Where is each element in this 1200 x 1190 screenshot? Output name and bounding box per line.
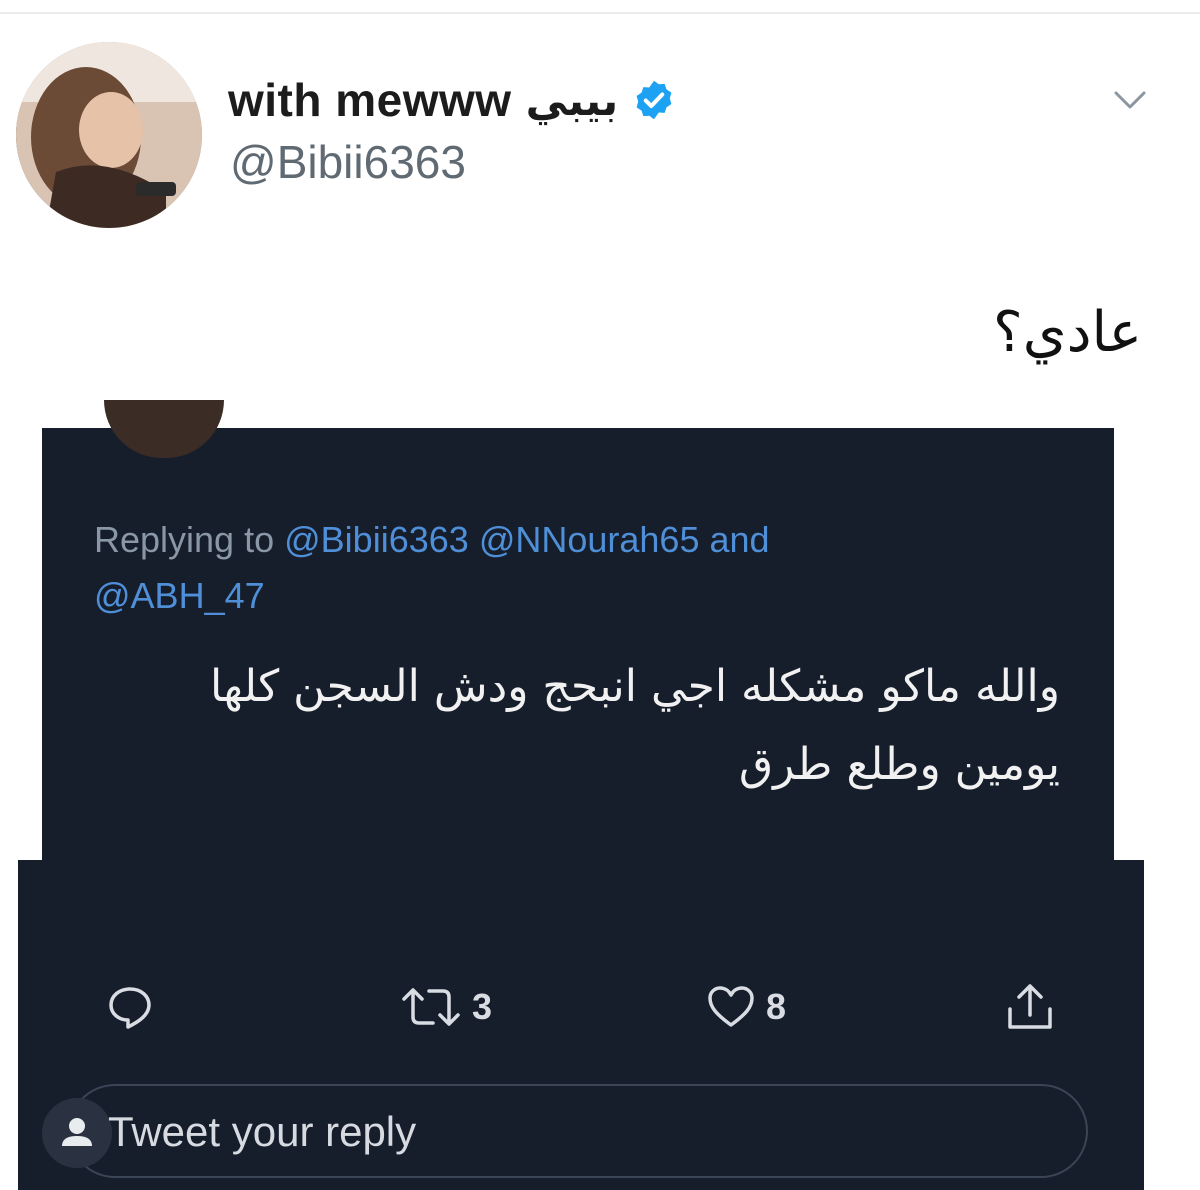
retweet-icon [402,988,460,1026]
retweet-count: 3 [472,986,493,1027]
author-handle[interactable]: @Bibii6363 [230,135,466,189]
replying-to-line: Replying to @Bibii6363 @NNourah65 and @A… [94,512,994,624]
mention-link[interactable]: @ABH_47 [94,575,265,616]
verified-badge-icon [636,80,672,120]
top-divider [0,12,1200,14]
share-icon [1008,984,1052,1029]
mention-link[interactable]: @NNourah65 [479,519,700,560]
author-display-name-arabic[interactable]: بيبي [526,76,619,125]
mention-link[interactable]: @Bibii6363 [284,519,469,560]
reply-user-avatar [42,1098,112,1168]
reply-bubble-icon [109,987,151,1029]
reply-text: والله ماكو مشكله اجي انبحج ودش السجن كله… [209,661,1060,790]
profile-avatar[interactable] [16,42,202,228]
user-icon [62,1118,92,1146]
screenshot-left-edge [18,428,42,860]
like-button[interactable]: 8 [706,980,786,1034]
chevron-down-icon[interactable] [1112,86,1148,114]
avatar-image [16,42,202,228]
tweet-actions: 3 8 [0,980,1200,1040]
like-count: 8 [766,986,787,1027]
and-word: and [709,519,770,560]
screenshot-right-edge [1114,428,1144,860]
replying-prefix: Replying to [94,519,275,560]
reply-button[interactable] [106,980,154,1034]
heart-icon [708,986,754,1027]
author-display-name[interactable]: with mewww [228,73,512,127]
author-name-row: with mewww بيبي [228,70,676,130]
tweet-text: عادي؟ [993,300,1142,365]
retweet-button[interactable]: 3 [400,980,492,1034]
reply-placeholder[interactable]: Tweet your reply [108,1108,416,1156]
share-button[interactable] [1004,980,1056,1034]
